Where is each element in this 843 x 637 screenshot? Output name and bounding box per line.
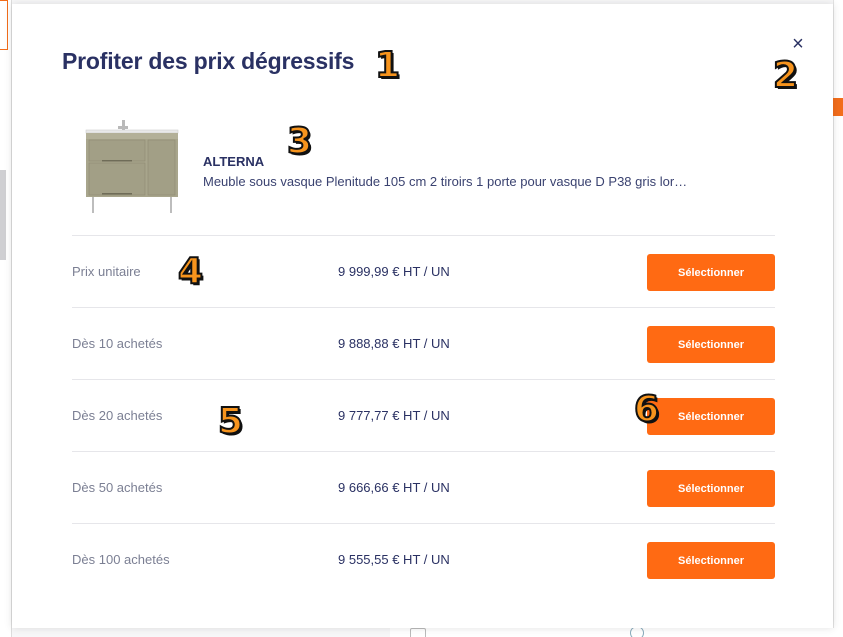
bathroom-vanity-cabinet-icon <box>85 120 179 213</box>
select-tier-button[interactable]: Sélectionner <box>647 470 775 507</box>
annotation-marker-2: 2 <box>772 55 799 96</box>
annotation-marker-4: 4 <box>177 251 204 292</box>
tier-label: Prix unitaire <box>72 264 141 279</box>
annotation-marker-5: 5 <box>217 401 244 442</box>
tier-label: Dès 50 achetés <box>72 480 163 495</box>
select-tier-button[interactable]: Sélectionner <box>647 326 775 363</box>
annotation-marker-3: 3 <box>286 121 313 162</box>
select-tier-button[interactable]: Sélectionner <box>647 542 775 579</box>
background-orange-frame <box>0 0 8 50</box>
price-tier-row: Dès 100 achetés 9 555,55 € HT / UN Sélec… <box>72 523 775 595</box>
product-brand: ALTERNA <box>203 154 265 169</box>
tier-label: Dès 100 achetés <box>72 552 170 567</box>
background-image-fragment <box>0 170 6 260</box>
tier-label: Dès 10 achetés <box>72 336 163 351</box>
background-bottom-strip <box>390 626 840 637</box>
price-tier-row: Dès 20 achetés 9 777,77 € HT / UN Sélect… <box>72 379 775 451</box>
select-tier-button[interactable]: Sélectionner <box>647 254 775 291</box>
price-tier-row: Dès 50 achetés 9 666,66 € HT / UN Sélect… <box>72 451 775 523</box>
close-icon[interactable]: × <box>786 32 810 56</box>
background-left-panel <box>0 0 12 637</box>
product-summary: ALTERNA Meuble sous vasque Plenitude 105… <box>72 112 777 218</box>
tier-label: Dès 20 achetés <box>72 408 163 423</box>
tier-price: 9 888,88 € HT / UN <box>338 336 450 351</box>
annotation-marker-6: 6 <box>633 389 660 430</box>
background-orange-badge <box>833 98 843 116</box>
tier-price: 9 666,66 € HT / UN <box>338 480 450 495</box>
price-tier-row: Dès 10 achetés 9 888,88 € HT / UN Sélect… <box>72 307 775 379</box>
select-tier-button[interactable]: Sélectionner <box>647 398 775 435</box>
tier-price: 9 999,99 € HT / UN <box>338 264 450 279</box>
price-tiers-modal: Profiter des prix dégressifs × ALTERNA M… <box>12 4 833 628</box>
annotation-marker-1: 1 <box>374 45 401 86</box>
background-right-panel <box>833 0 843 637</box>
product-description: Meuble sous vasque Plenitude 105 cm 2 ti… <box>203 174 688 189</box>
tier-price: 9 777,77 € HT / UN <box>338 408 450 423</box>
modal-title: Profiter des prix dégressifs <box>62 48 355 74</box>
background-checkbox <box>410 628 426 637</box>
tier-price: 9 555,55 € HT / UN <box>338 552 450 567</box>
